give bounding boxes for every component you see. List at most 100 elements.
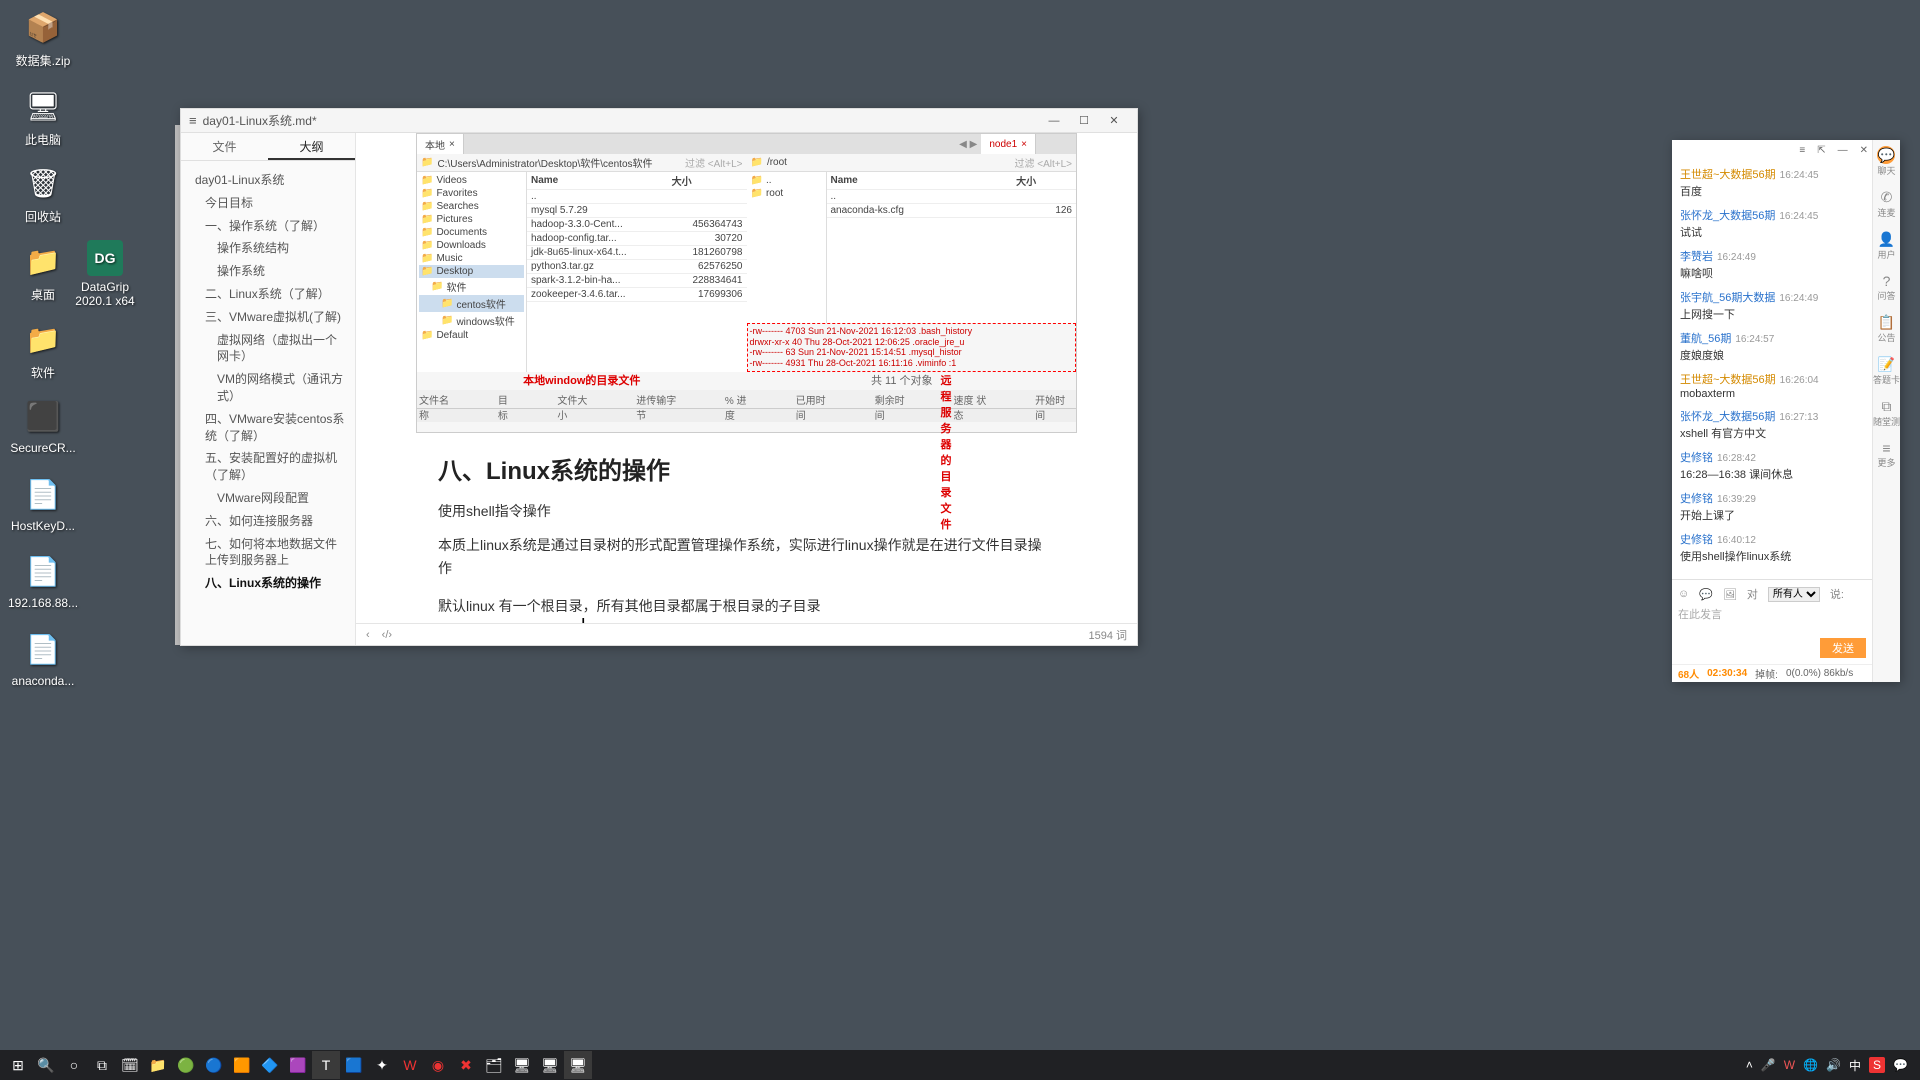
desktop-icon-recycle[interactable]: 🗑回收站	[8, 162, 78, 225]
tray-chevron-icon[interactable]: ˄	[1746, 1058, 1753, 1072]
nav-back-icon[interactable]: ‹	[366, 629, 370, 641]
chat-input-area: ☺ 💬 🖼 对 所有人 说: 在此发言 发送	[1672, 579, 1872, 664]
tb-app[interactable]: ✖	[452, 1051, 480, 1079]
tb-chrome[interactable]: 🟢	[172, 1051, 200, 1079]
cortana-button[interactable]: ○	[60, 1051, 88, 1079]
tb-app[interactable]: ◉	[424, 1051, 452, 1079]
start-button[interactable]: ⊞	[4, 1051, 32, 1079]
desktop-icon-datagrip[interactable]: DGDataGrip 2020.1 x64	[70, 240, 140, 308]
tray-mic-icon[interactable]: 🎤	[1761, 1058, 1776, 1072]
chat-side-答题卡[interactable]: 📝答题卡	[1873, 356, 1900, 386]
outline-item[interactable]: 七、如何将本地数据文件上传到服务器上	[181, 533, 355, 573]
tab-outline[interactable]: 大纲	[268, 133, 355, 160]
chat-more-icon[interactable]: ≡	[1799, 145, 1805, 156]
chat-expand-icon[interactable]: ⇱	[1817, 145, 1825, 156]
tb-wps[interactable]: W	[396, 1051, 424, 1079]
img-folder-tree: 📁Videos 📁Favorites 📁Searches 📁Pictures 📁…	[417, 172, 527, 372]
image-icon[interactable]: 🖼	[1723, 588, 1737, 601]
desktop-icon-zip[interactable]: 📦数据集.zip	[8, 6, 78, 69]
chat-history-icon[interactable]: 💬	[1699, 588, 1713, 601]
outline-item[interactable]: day01-Linux系统	[181, 169, 355, 192]
img-tab-local: 本地×	[417, 134, 464, 154]
chat-input[interactable]: 在此发言	[1678, 604, 1866, 636]
chat-close-icon[interactable]: ✕	[1860, 145, 1868, 156]
img-transfer-header: 文件名称目标文件大小进传输字节% 进度已用时间剩余时间速度 状态开始时间	[417, 390, 1076, 408]
tb-app[interactable]: 🟪	[284, 1051, 312, 1079]
img-scrollbar	[417, 408, 1076, 422]
text: 百度	[1680, 183, 1864, 199]
tray-vol-icon[interactable]: 🔊	[1826, 1058, 1841, 1072]
tray-notif-icon[interactable]: 💬	[1893, 1058, 1908, 1072]
chat-min-icon[interactable]: —	[1838, 145, 1848, 156]
close-button[interactable]: ✕	[1099, 111, 1129, 131]
outline-item[interactable]: 操作系统结构	[181, 237, 355, 260]
desktop-icon-anaconda[interactable]: 📄anaconda...	[8, 628, 78, 688]
desktop-icon-software[interactable]: 📁软件	[8, 318, 78, 381]
sender: 史修铭	[1680, 493, 1713, 505]
tb-vm[interactable]: 🖥	[536, 1051, 564, 1079]
outline-item[interactable]: 操作系统	[181, 260, 355, 283]
tb-edge[interactable]: 🔵	[200, 1051, 228, 1079]
taskbar: ⊞ 🔍 ○ ⧉ 🗓 📁 🟢 🔵 🟧 🔷 🟪 T 🟦 ✦ W ◉ ✖ 🗂 🖥 🖥 …	[0, 1050, 1920, 1080]
chat-side-随堂测[interactable]: ⧉随堂测	[1873, 398, 1900, 428]
content-text[interactable]: 八、Linux系统的操作 使用shell指令操作 本质上linux系统是通过目录…	[438, 451, 1055, 645]
tb-typora[interactable]: T	[312, 1051, 340, 1079]
tb-vm[interactable]: 🖥	[508, 1051, 536, 1079]
chat-message: 张怀龙_大数据56期16:24:45试试	[1680, 207, 1864, 240]
chat-side-公告[interactable]: 📋公告	[1877, 314, 1895, 344]
tb-vscode[interactable]: 🔷	[256, 1051, 284, 1079]
outline-item[interactable]: 一、操作系统（了解）	[181, 215, 355, 238]
outline-item[interactable]: 二、Linux系统（了解）	[181, 283, 355, 306]
tb-app[interactable]: ✦	[368, 1051, 396, 1079]
chat-side-用户[interactable]: 👤用户	[1877, 231, 1895, 261]
desktop-icon-pc[interactable]: 🖥此电脑	[8, 85, 78, 148]
desktop-icon-securecrt[interactable]: ⬛SecureCR...	[8, 395, 78, 455]
tb-livestream[interactable]: 🖥	[564, 1051, 592, 1079]
tray-net-icon[interactable]: 🌐	[1803, 1058, 1818, 1072]
paragraph: 本质上linux系统是通过目录树的形式配置管理操作系统，实际进行linux操作就…	[438, 534, 1055, 579]
maximize-button[interactable]: ☐	[1069, 111, 1099, 131]
outline-item[interactable]: VMware网段配置	[181, 487, 355, 510]
chat-side-问答[interactable]: ?问答	[1877, 273, 1895, 302]
chat-side-聊天[interactable]: 💬聊天	[1877, 146, 1895, 177]
chat-message: 史修铭16:39:29开始上课了	[1680, 490, 1864, 523]
search-button[interactable]: 🔍	[32, 1051, 60, 1079]
desktop-icon-ipfile[interactable]: 📄192.168.88...	[8, 550, 78, 610]
tb-app[interactable]: 🟦	[340, 1051, 368, 1079]
embedded-screenshot: 本地× ◀ ▶ node1× 📁C:\Users\Administrator\D…	[416, 133, 1077, 433]
outline-item[interactable]: 三、VMware虚拟机(了解)	[181, 306, 355, 329]
outline-item-active[interactable]: 八、Linux系统的操作	[181, 572, 355, 595]
send-button[interactable]: 发送	[1820, 638, 1866, 658]
tray-ime[interactable]: 中	[1849, 1057, 1861, 1074]
to-label: 对	[1747, 586, 1758, 602]
img-tab-remote: node1×	[981, 134, 1036, 154]
tb-app[interactable]: 🗂	[480, 1051, 508, 1079]
tray-wps-icon[interactable]: W	[1784, 1058, 1795, 1072]
menu-icon[interactable]: ≡	[189, 113, 197, 128]
desktop-icon-hostkey[interactable]: 📄HostKeyD...	[8, 473, 78, 533]
system-tray[interactable]: ˄ 🎤 W 🌐 🔊 中 S 💬	[1746, 1057, 1916, 1074]
outline-item[interactable]: VM的网络模式（通讯方式）	[181, 368, 355, 408]
chat-messages[interactable]: 王世超~大数据56期16:24:45百度张怀龙_大数据56期16:24:45试试…	[1672, 160, 1872, 579]
outline-item[interactable]: 四、VMware安装centos系统（了解）	[181, 408, 355, 448]
tray-sogou[interactable]: S	[1869, 1057, 1885, 1073]
desktop-icon-desktop[interactable]: 📁桌面	[8, 240, 78, 303]
chat-side-更多[interactable]: ≡更多	[1877, 440, 1895, 469]
tb-app[interactable]: 🗓	[116, 1051, 144, 1079]
outline-item[interactable]: 六、如何连接服务器	[181, 510, 355, 533]
tab-file[interactable]: 文件	[181, 133, 268, 160]
chat-message: 王世超~大数据56期16:26:04mobaxterm	[1680, 371, 1864, 400]
taskview-button[interactable]: ⧉	[88, 1051, 116, 1079]
code-view-icon[interactable]: ‹/›	[382, 629, 392, 641]
emoji-icon[interactable]: ☺	[1678, 588, 1689, 600]
tb-app[interactable]: 🟧	[228, 1051, 256, 1079]
editor-content[interactable]: 本地× ◀ ▶ node1× 📁C:\Users\Administrator\D…	[356, 133, 1137, 645]
tb-explorer[interactable]: 📁	[144, 1051, 172, 1079]
chat-side-连麦[interactable]: ✆连麦	[1877, 189, 1895, 219]
chat-message: 史修铭16:40:12使用shell操作linux系统	[1680, 531, 1864, 564]
outline-item[interactable]: 虚拟网络（虚拟出一个网卡）	[181, 329, 355, 369]
target-select[interactable]: 所有人	[1768, 587, 1820, 602]
outline-item[interactable]: 今日目标	[181, 192, 355, 215]
minimize-button[interactable]: —	[1039, 111, 1069, 131]
outline-item[interactable]: 五、安装配置好的虚拟机（了解）	[181, 447, 355, 487]
